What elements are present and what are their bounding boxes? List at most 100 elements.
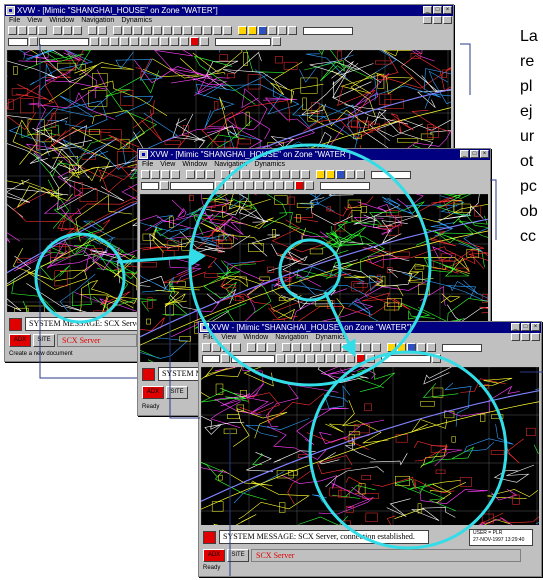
toolbar-button[interactable] — [356, 170, 365, 179]
toolbar-button[interactable] — [432, 354, 441, 363]
toolbar-button[interactable] — [372, 343, 381, 352]
menu-file[interactable]: File — [203, 333, 214, 342]
toolbar-button[interactable] — [301, 170, 310, 179]
layer-combo[interactable] — [231, 354, 275, 363]
toolbar-button[interactable] — [257, 343, 266, 352]
toolbar-button[interactable] — [336, 170, 345, 179]
toolbar-button[interactable] — [130, 37, 139, 46]
toolbar-button[interactable] — [200, 37, 209, 46]
mdi-close-icon[interactable] — [443, 16, 452, 24]
toolbar-button[interactable] — [281, 170, 290, 179]
toolbar-button[interactable] — [312, 343, 321, 352]
window-maximize-icon[interactable]: □ — [521, 323, 530, 331]
menu-dynamics[interactable]: Dynamics — [121, 16, 152, 25]
toolbar-button[interactable] — [123, 26, 132, 35]
toolbar-button[interactable] — [110, 37, 119, 46]
pointer-icon[interactable] — [160, 37, 169, 46]
menu-window[interactable]: Window — [243, 333, 268, 342]
adx-button[interactable]: ADX — [203, 549, 225, 562]
alarm-indicator[interactable] — [142, 368, 155, 381]
toolbar-button[interactable] — [248, 26, 257, 35]
toolbar-button[interactable] — [221, 354, 230, 363]
toolbar-button[interactable] — [356, 354, 365, 363]
toolbar-button[interactable] — [53, 26, 62, 35]
title-bar[interactable]: XVW - [Mimic "SHANGHAI_HOUSE" on Zone "W… — [138, 149, 490, 160]
title-bar[interactable]: XVW - [Mimic "SHANGHAI_HOUSE" on Zone "W… — [199, 322, 541, 333]
toolbar-button[interactable] — [332, 343, 341, 352]
menu-window[interactable]: Window — [49, 16, 74, 25]
menu-navigation[interactable]: Navigation — [214, 160, 247, 169]
view-combo[interactable] — [215, 37, 271, 46]
title-bar[interactable]: XVW - [Mimic "SHANGHAI_HOUSE" on Zone "W… — [5, 5, 453, 16]
toolbar-button[interactable] — [98, 26, 107, 35]
toolbar-button[interactable] — [161, 170, 170, 179]
menu-file[interactable]: File — [9, 16, 20, 25]
window-close-icon[interactable]: × — [531, 323, 540, 331]
toolbar-button[interactable] — [268, 26, 277, 35]
toolbar-button[interactable] — [251, 170, 260, 179]
zoom-combo[interactable] — [202, 354, 220, 363]
toolbar-button[interactable] — [235, 181, 244, 190]
zoom-in-icon[interactable] — [275, 181, 284, 190]
window-minimize-icon[interactable]: _ — [423, 6, 432, 14]
toolbar-button[interactable] — [288, 26, 297, 35]
view-combo[interactable] — [381, 354, 431, 363]
toolbar-button[interactable] — [100, 37, 109, 46]
toolbar-button[interactable] — [190, 37, 199, 46]
menu-navigation[interactable]: Navigation — [81, 16, 114, 25]
toolbar-button[interactable] — [153, 26, 162, 35]
zoom-in-icon[interactable] — [336, 354, 345, 363]
xvw-window-zoom2[interactable]: XVW - [Mimic "SHANGHAI_HOUSE" on Zone "W… — [198, 321, 542, 577]
toolbar-button[interactable] — [73, 26, 82, 35]
mdi-close-icon[interactable] — [531, 333, 540, 341]
toolbar-combo[interactable] — [371, 170, 411, 179]
toolbar-combo[interactable] — [442, 343, 482, 352]
toolbar-button[interactable] — [271, 170, 280, 179]
window-minimize-icon[interactable]: _ — [511, 323, 520, 331]
toolbar-button[interactable] — [305, 181, 314, 190]
toolbar-button[interactable] — [231, 170, 240, 179]
alarm-indicator[interactable] — [203, 531, 216, 544]
mdi-restore-icon[interactable] — [433, 16, 442, 24]
toolbar-button[interactable] — [183, 26, 192, 35]
toolbar-button[interactable] — [267, 343, 276, 352]
toolbar-button[interactable] — [38, 26, 47, 35]
toolbar-button[interactable] — [18, 26, 27, 35]
toolbar-button[interactable] — [342, 343, 351, 352]
toolbar-combo[interactable] — [303, 26, 353, 35]
toolbar-button[interactable] — [225, 181, 234, 190]
site-button[interactable]: SITE — [227, 549, 249, 562]
toolbar-button[interactable] — [133, 26, 142, 35]
toolbar-button[interactable] — [202, 343, 211, 352]
toolbar-button[interactable] — [306, 354, 315, 363]
toolbar-button[interactable] — [245, 181, 254, 190]
toolbar-button[interactable] — [232, 343, 241, 352]
layer-combo[interactable] — [170, 181, 214, 190]
toolbar-button[interactable] — [326, 170, 335, 179]
layer-combo[interactable] — [39, 37, 89, 46]
toolbar-button[interactable] — [272, 37, 281, 46]
toolbar-button[interactable] — [346, 170, 355, 179]
toolbar-button[interactable] — [206, 170, 215, 179]
window-maximize-icon[interactable]: □ — [470, 150, 479, 158]
toolbar-button[interactable] — [291, 170, 300, 179]
toolbar-button[interactable] — [203, 26, 212, 35]
toolbar-button[interactable] — [241, 170, 250, 179]
site-button[interactable]: SITE — [33, 334, 55, 347]
mdi-minimize-icon[interactable] — [423, 16, 432, 24]
window-close-icon[interactable]: × — [443, 6, 452, 14]
adx-button[interactable]: ADX — [9, 334, 31, 347]
toolbar-button[interactable] — [173, 26, 182, 35]
toolbar-button[interactable] — [397, 343, 406, 352]
zoom-out-icon[interactable] — [346, 354, 355, 363]
toolbar-button[interactable] — [143, 26, 152, 35]
toolbar-button[interactable] — [212, 343, 221, 352]
toolbar-button[interactable] — [282, 343, 291, 352]
zoom-in-icon[interactable] — [170, 37, 179, 46]
toolbar-button[interactable] — [113, 26, 122, 35]
toolbar-button[interactable] — [286, 354, 295, 363]
menu-window[interactable]: Window — [182, 160, 207, 169]
toolbar-button[interactable] — [238, 26, 247, 35]
toolbar-button[interactable] — [160, 181, 169, 190]
toolbar-button[interactable] — [222, 343, 231, 352]
